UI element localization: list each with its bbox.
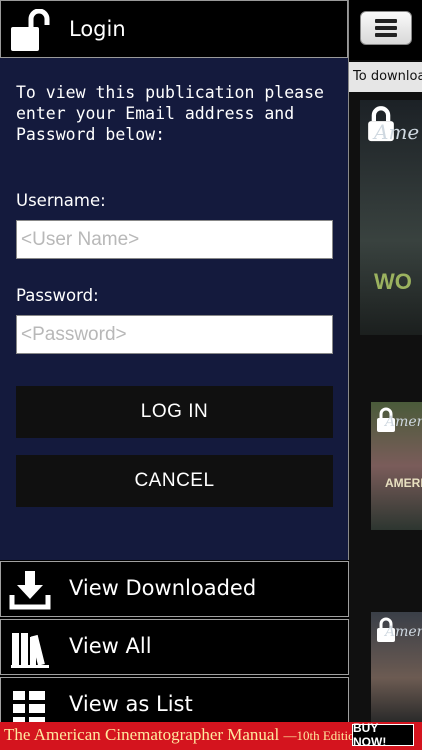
cover-title: Americ	[385, 624, 422, 640]
username-input[interactable]	[16, 220, 333, 259]
login-button[interactable]: LOG IN	[16, 386, 333, 438]
nav-label: View as List	[69, 692, 193, 716]
ad-text: The American Cinematographer Manual —10t…	[4, 725, 361, 745]
login-instructions: To view this publication please enter yo…	[16, 83, 324, 144]
login-title: Login	[69, 17, 126, 41]
unlock-icon	[11, 9, 50, 51]
password-label: Password:	[16, 286, 99, 305]
cover-title: Ame	[374, 120, 420, 144]
publication-cover[interactable]: Americ AMERIC	[371, 402, 422, 530]
nav-label: View All	[69, 634, 152, 658]
ad-title: The American Cinematographer Manual	[4, 725, 280, 744]
cover-subtitle: AMERIC	[385, 476, 422, 490]
publication-grid: Ame WO Americ AMERIC Americ	[349, 92, 422, 722]
top-bar	[349, 0, 422, 60]
nav-view-all[interactable]: View All	[0, 619, 349, 675]
download-note: To downloa	[349, 62, 422, 92]
username-label: Username:	[16, 191, 106, 210]
list-icon	[13, 691, 45, 726]
nav-view-as-list[interactable]: View as List	[0, 677, 349, 727]
ad-banner[interactable]: The American Cinematographer Manual —10t…	[0, 721, 422, 750]
login-panel: Login To view this publication please en…	[0, 0, 349, 560]
cover-subtitle: WO	[374, 269, 412, 294]
password-input[interactable]	[16, 315, 333, 354]
publication-cover[interactable]: Americ	[371, 612, 422, 722]
cover-title: Americ	[385, 414, 422, 430]
cancel-button[interactable]: CANCEL	[16, 455, 333, 507]
menu-button[interactable]	[360, 11, 412, 45]
bookshelf-icon	[11, 633, 49, 668]
nav-label: View Downloaded	[69, 576, 257, 600]
publication-cover[interactable]: Ame WO	[360, 100, 422, 335]
ad-edition: —10th Edition	[283, 728, 362, 743]
buy-now-button[interactable]: BUY NOW!	[352, 721, 414, 749]
download-icon	[9, 571, 51, 610]
login-header: Login	[0, 0, 348, 58]
background-app: To downloa Ame WO Americ AMERIC Americ	[349, 0, 422, 750]
nav-view-downloaded[interactable]: View Downloaded	[0, 561, 349, 617]
